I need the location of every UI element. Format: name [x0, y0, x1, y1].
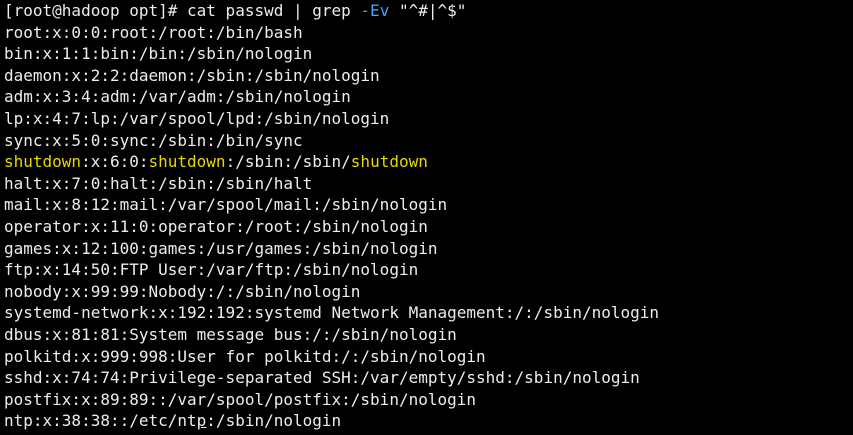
shutdown-highlight-1: shutdown: [4, 152, 82, 172]
command-prompt: [root@hadoop opt]# cat passwd | grep: [4, 1, 361, 20]
output-line-lp: lp:x:4:7:lp:/var/spool/lpd:/sbin/nologin: [4, 108, 390, 128]
output-line-ntp: ntp:x:38:38::/etc/ntp:/sbin/nologin: [4, 410, 853, 432]
shutdown-highlight-2: shutdown: [148, 152, 226, 172]
output-line-sync: sync:x:5:0:sync:/sbin:/bin/sync: [4, 130, 303, 150]
shutdown-highlight-3: shutdown: [350, 152, 428, 172]
output-line-dbus: dbus:x:81:81:System message bus:/:/sbin/…: [4, 324, 457, 344]
output-line-polkitd: polkitd:x:999:998:User for polkitd:/:/sb…: [4, 346, 486, 366]
terminal-window[interactable]: [root@hadoop opt]# cat passwd | grep -Ev…: [0, 0, 853, 435]
output-line-nobody: nobody:x:99:99:Nobody:/:/sbin/nologin: [4, 281, 361, 301]
output-line-adm: adm:x:3:4:adm:/var/adm:/sbin/nologin: [4, 87, 351, 107]
output-line-games: games:x:12:100:games:/usr/games:/sbin/no…: [4, 238, 438, 258]
shutdown-text-1: :x:6:0:: [81, 152, 149, 172]
ntp-text-before: ntp:x:38:38::/etc/nt: [4, 411, 197, 431]
output-line-operator: operator:x:11:0:operator:/root:/sbin/nol…: [4, 216, 428, 236]
ntp-text-after: :/sbin/nologin: [206, 411, 342, 431]
output-line-mail: mail:x:8:12:mail:/var/spool/mail:/sbin/n…: [4, 195, 448, 215]
output-line-shutdown: shutdown:x:6:0:shutdown:/sbin:/sbin/shut…: [4, 151, 853, 173]
output-line-systemd-network: systemd-network:x:192:192:systemd Networ…: [4, 303, 660, 323]
output-line-root: root:x:0:0:root:/root:/bin/bash: [4, 22, 303, 42]
output-line-postfix: postfix:x:89:89::/var/spool/postfix:/sbi…: [4, 389, 477, 409]
grep-pattern: "^#|^$": [389, 1, 467, 20]
command-line: [root@hadoop opt]# cat passwd | grep -Ev…: [4, 0, 853, 22]
grep-option: -Ev: [360, 1, 390, 20]
output-line-daemon: daemon:x:2:2:daemon:/sbin:/sbin/nologin: [4, 65, 380, 85]
output-line-bin: bin:x:1:1:bin:/bin:/sbin/nologin: [4, 44, 313, 64]
shutdown-text-2: :/sbin:/sbin/: [225, 152, 351, 172]
output-line-halt: halt:x:7:0:halt:/sbin:/sbin/halt: [4, 173, 313, 193]
output-line-sshd: sshd:x:74:74:Privilege-separated SSH:/va…: [4, 368, 640, 388]
output-line-ftp: ftp:x:14:50:FTP User:/var/ftp:/sbin/nolo…: [4, 260, 419, 280]
text-cursor: p: [196, 411, 207, 431]
